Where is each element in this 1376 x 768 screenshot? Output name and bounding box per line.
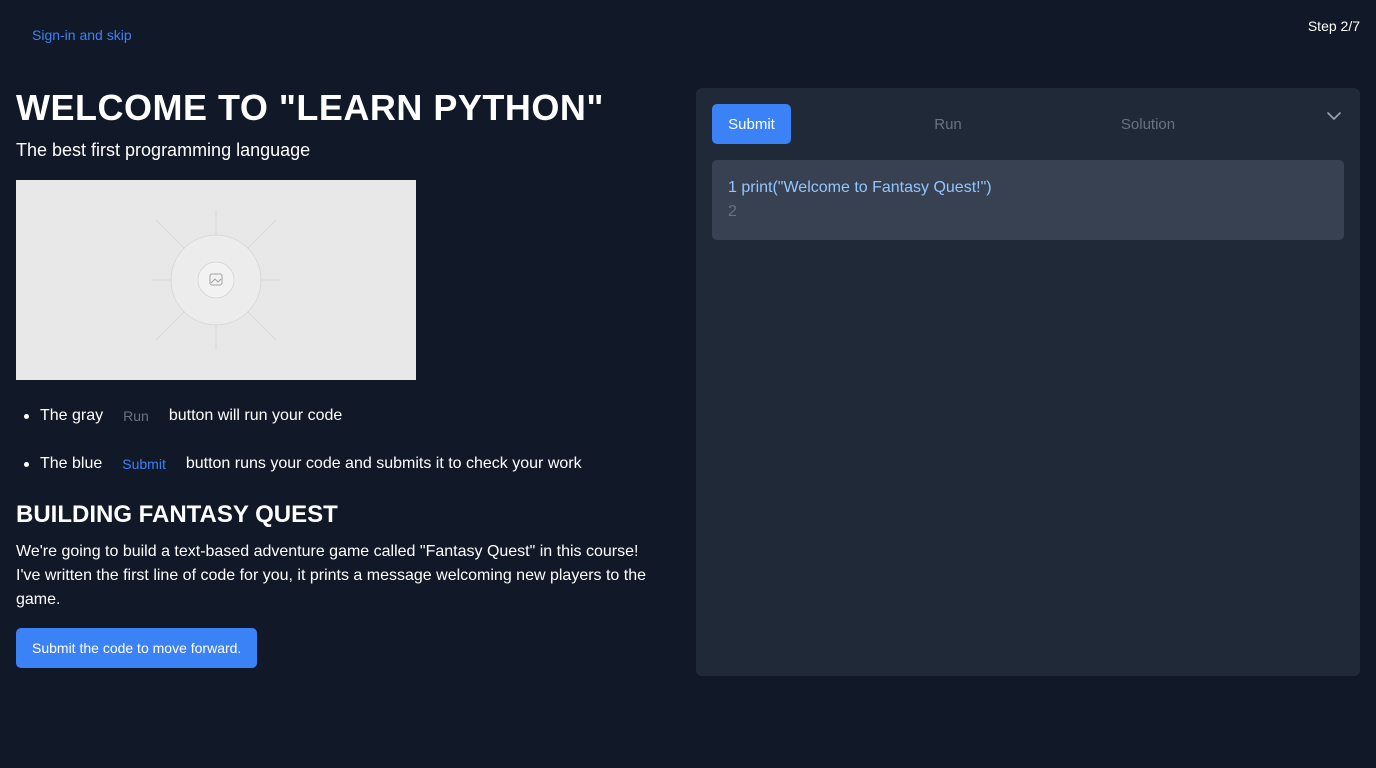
instructions-list: The gray Run button will run your code T… <box>16 404 676 476</box>
sign-in-and-skip-link[interactable]: Sign-in and skip <box>32 27 132 43</box>
submit-chip: Submit <box>122 456 166 472</box>
editor-toolbar: Submit Run Solution <box>696 88 1360 160</box>
chevron-down-icon[interactable] <box>1326 108 1342 124</box>
lesson-paragraph: We're going to build a text-based advent… <box>16 543 647 608</box>
image-placeholder-icon <box>151 210 281 350</box>
editor-panel: Submit Run Solution 1 print("Welcome to … <box>696 88 1360 676</box>
lesson-content: WELCOME TO "LEARN PYTHON" The best first… <box>16 88 676 668</box>
bullet-text-before: The gray <box>40 407 104 424</box>
solution-button[interactable]: Solution <box>1110 104 1186 144</box>
submit-button[interactable]: Submit <box>712 104 791 144</box>
bullet-text-after: button will run your code <box>168 407 343 424</box>
section-title: BUILDING FANTASY QUEST <box>16 501 338 528</box>
code-editor[interactable]: 1 print("Welcome to Fantasy Quest!") 2 <box>712 160 1344 240</box>
image-placeholder <box>16 180 416 380</box>
page-title: WELCOME TO "LEARN PYTHON" <box>16 87 604 128</box>
bullet-text-before: The blue <box>40 455 103 472</box>
code-line-2: 2 <box>728 203 737 220</box>
list-item: The blue Submit button runs your code an… <box>16 452 676 476</box>
run-chip: Run <box>123 408 149 424</box>
bullet-text-after: button runs your code and submits it to … <box>185 455 582 472</box>
submit-to-move-forward-button[interactable]: Submit the code to move forward. <box>16 628 258 668</box>
code-line-1: 1 print("Welcome to Fantasy Quest!") <box>728 179 992 196</box>
page-subtitle: The best first programming language <box>16 140 311 160</box>
page: Sign-in and skip Step 2/7 WELCOME TO "LE… <box>0 0 1376 768</box>
run-button[interactable]: Run <box>926 104 970 144</box>
step-indicator: Step 2/7 <box>1307 18 1360 34</box>
list-item: The gray Run button will run your code <box>16 404 676 428</box>
